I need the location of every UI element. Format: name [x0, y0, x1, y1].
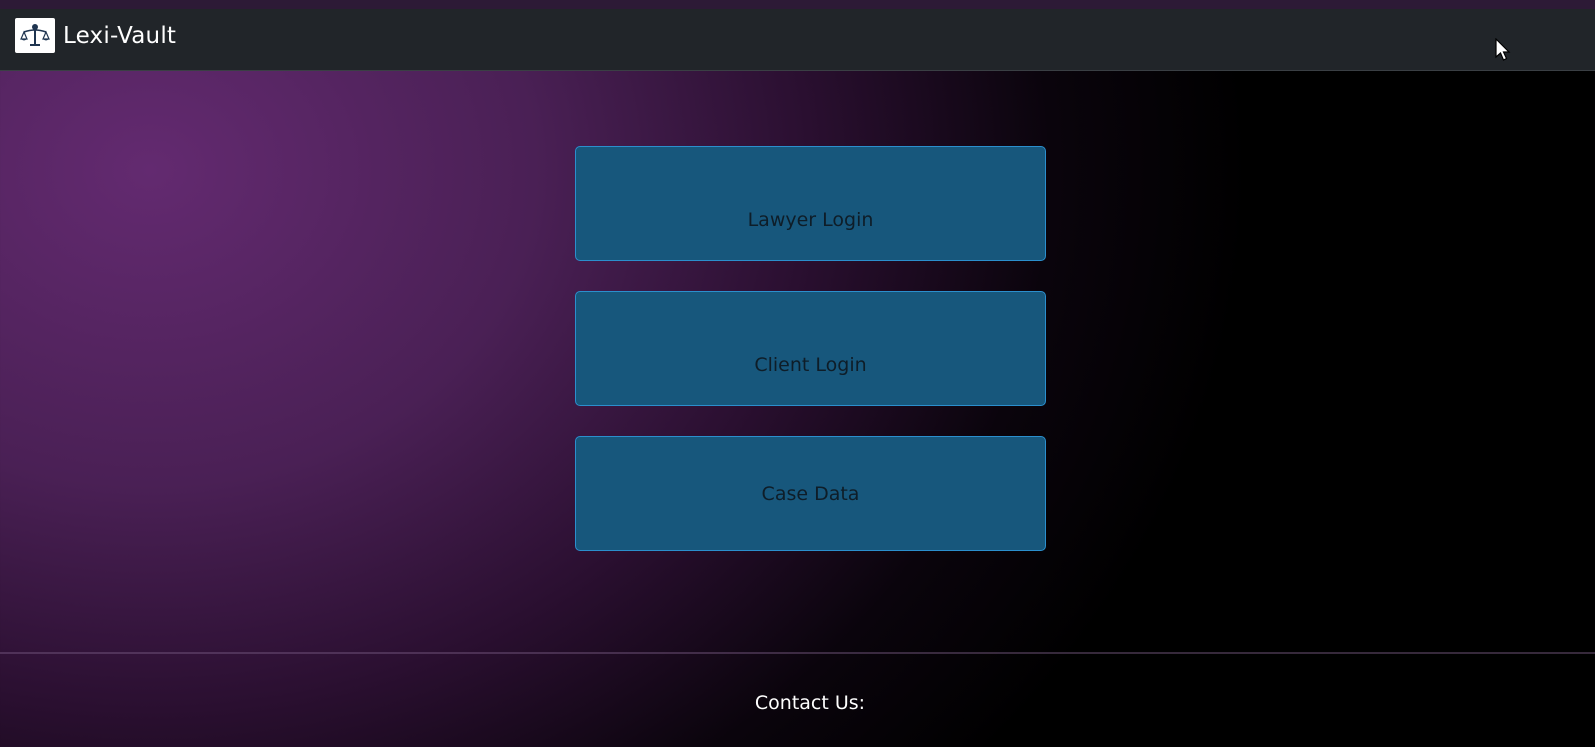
mouse-cursor-icon: [1495, 38, 1511, 61]
footer-divider: [0, 652, 1595, 654]
brand-name[interactable]: Lexi-Vault: [63, 23, 176, 49]
top-strip: [0, 0, 1595, 9]
case-data-button[interactable]: Case Data: [575, 436, 1046, 551]
login-options: Lawyer Login Client Login Case Data: [575, 146, 1046, 581]
scales-of-justice-icon: [15, 18, 55, 53]
client-login-button[interactable]: Client Login: [575, 291, 1046, 406]
navbar: Lexi-Vault: [0, 9, 1595, 71]
client-login-label: Client Login: [754, 354, 867, 376]
lawyer-login-label: Lawyer Login: [747, 209, 874, 231]
case-data-label: Case Data: [761, 483, 860, 505]
lawyer-login-button[interactable]: Lawyer Login: [575, 146, 1046, 261]
brand[interactable]: Lexi-Vault: [15, 18, 176, 53]
footer-contact-label: Contact Us:: [754, 692, 866, 714]
